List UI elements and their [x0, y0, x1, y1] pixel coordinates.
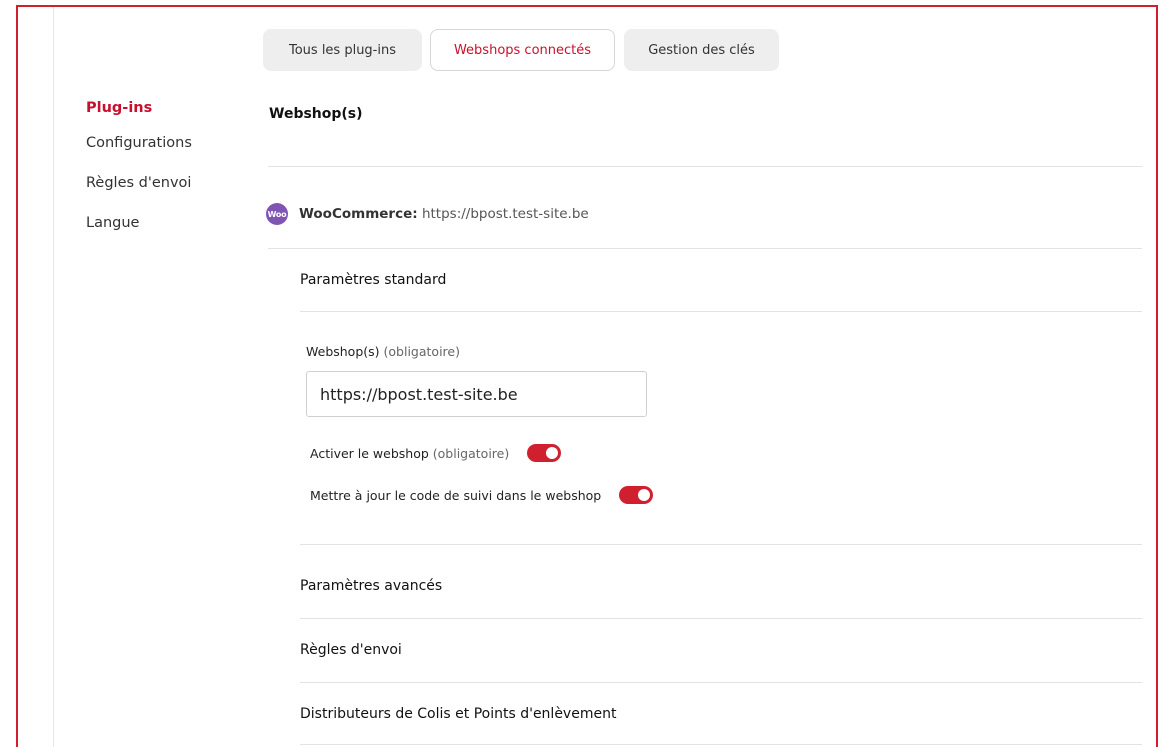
update-tracking-row: Mettre à jour le code de suivi dans le w… — [310, 486, 654, 504]
divider — [268, 166, 1142, 167]
tab-all-plugins[interactable]: Tous les plug-ins — [263, 29, 422, 71]
webshop-entry[interactable]: WooCommerce: https://bpost.test-site.be — [299, 206, 589, 222]
update-tracking-toggle[interactable] — [619, 486, 654, 504]
divider — [300, 682, 1142, 683]
webshop-field-label-text: Webshop(s) — [306, 344, 380, 359]
activate-webshop-toggle[interactable] — [527, 444, 562, 462]
activate-webshop-label: Activer le webshop — [310, 445, 429, 461]
toggle-knob — [546, 447, 559, 459]
webshop-url-input[interactable] — [306, 371, 647, 417]
divider — [300, 544, 1142, 545]
sidebar-item-shipping-rules[interactable]: Règles d'envoi — [86, 175, 191, 191]
page-title: Webshop(s) — [269, 106, 363, 122]
webshop-url: https://bpost.test-site.be — [421, 206, 589, 222]
update-tracking-label: Mettre à jour le code de suivi dans le w… — [310, 487, 602, 503]
sidebar-item-language[interactable]: Langue — [86, 215, 139, 231]
tab-connected-webshops[interactable]: Webshops connectés — [430, 29, 615, 71]
sidebar-item-configurations[interactable]: Configurations — [86, 135, 192, 151]
sidebar-divider — [53, 7, 54, 747]
section-shipping-rules[interactable]: Règles d'envoi — [300, 642, 402, 658]
section-advanced-settings[interactable]: Paramètres avancés — [300, 578, 442, 594]
section-distributors-pickup-points[interactable]: Distributeurs de Colis et Points d'enlèv… — [300, 706, 616, 722]
activate-webshop-row: Activer le webshop (obligatoire) — [310, 444, 562, 462]
tab-key-management[interactable]: Gestion des clés — [624, 29, 779, 71]
woocommerce-icon: Woo — [266, 203, 288, 225]
activate-webshop-hint: (obligatoire) — [432, 445, 510, 461]
section-standard-settings[interactable]: Paramètres standard — [300, 272, 446, 288]
divider — [300, 744, 1142, 745]
webshop-field-required-hint: (obligatoire) — [383, 344, 460, 359]
webshop-platform: WooCommerce: — [299, 206, 418, 222]
divider — [268, 248, 1142, 249]
divider — [300, 311, 1142, 312]
webshop-field-label: Webshop(s) (obligatoire) — [306, 344, 460, 359]
divider — [300, 618, 1142, 619]
sidebar-item-plugins[interactable]: Plug-ins — [86, 100, 152, 116]
toggle-knob — [638, 489, 651, 501]
